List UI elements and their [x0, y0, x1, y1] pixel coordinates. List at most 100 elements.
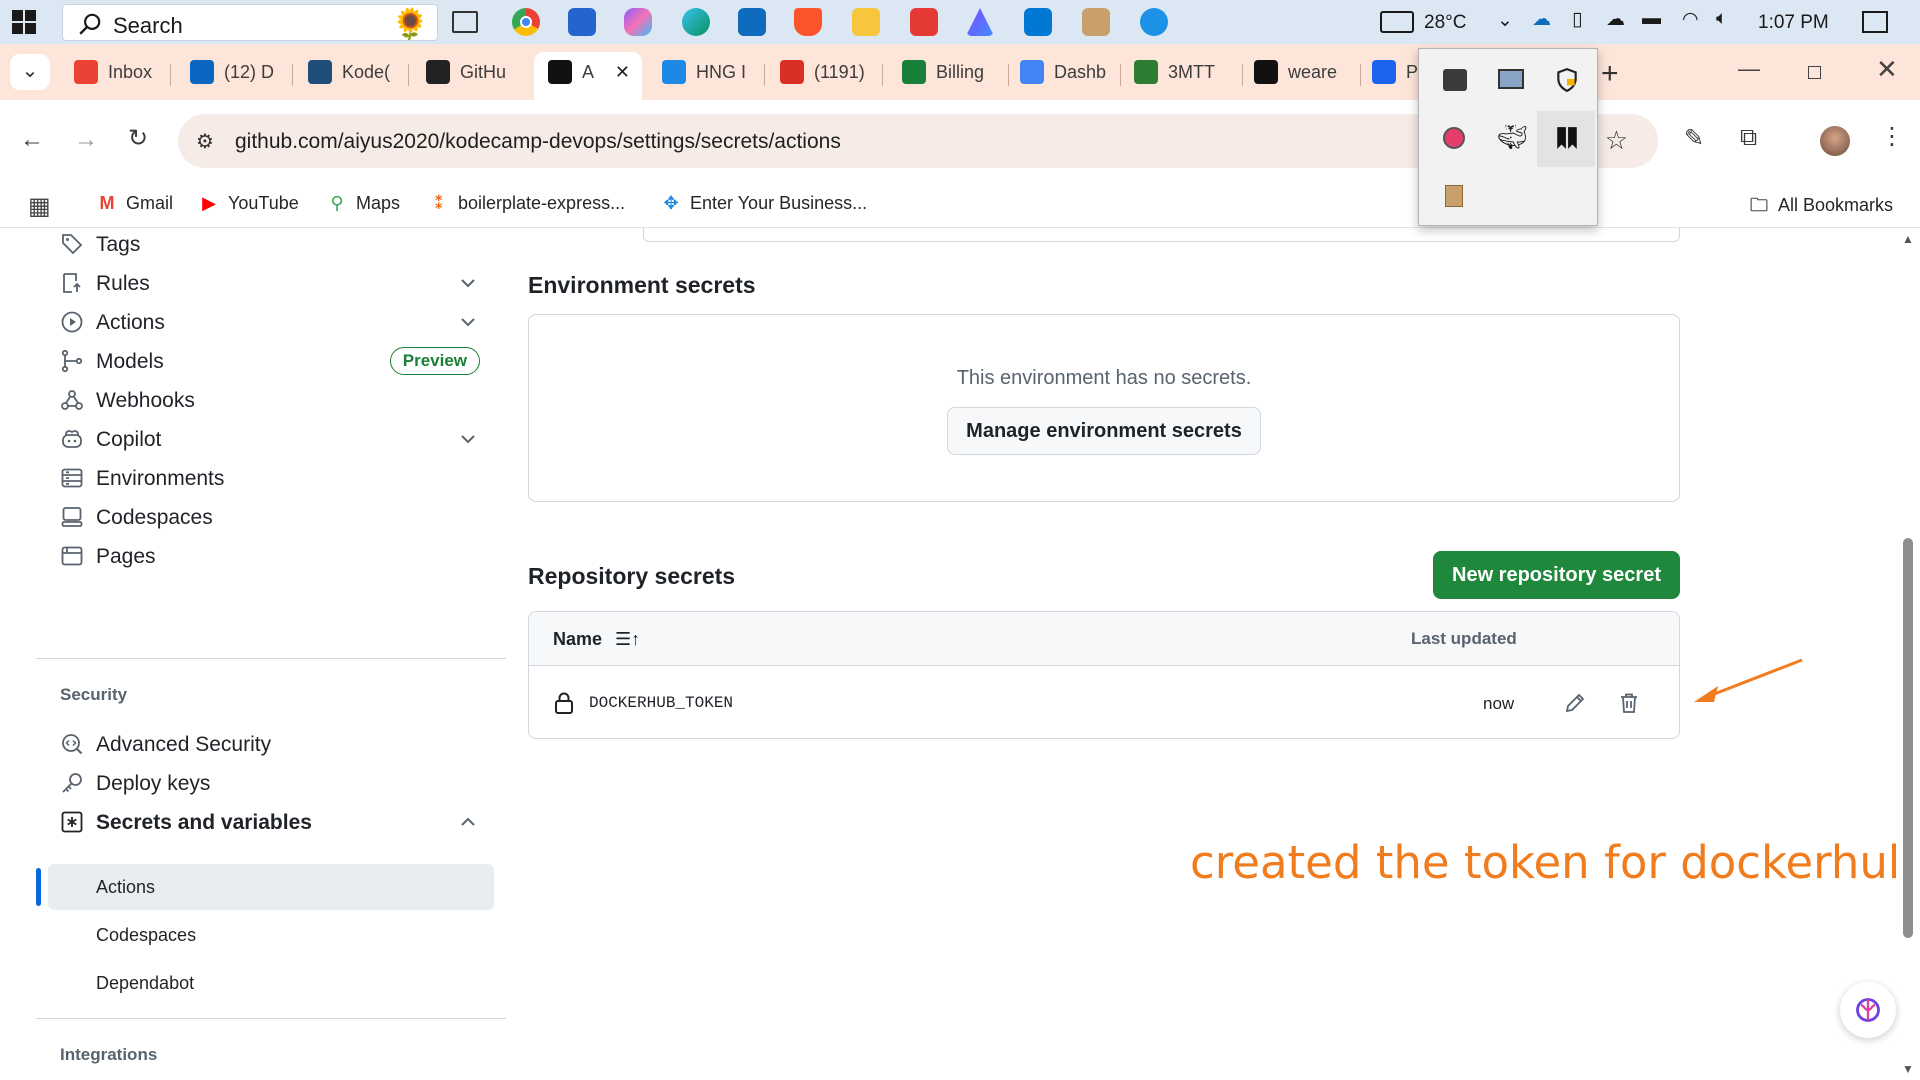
browser-tab[interactable]: (1191)	[766, 52, 878, 92]
forward-icon[interactable]: →	[74, 126, 98, 154]
weather-temp[interactable]: 28°C	[1424, 12, 1466, 34]
browser-tab[interactable]: HNG I	[648, 52, 760, 92]
sidebar-subitem-codespaces[interactable]: Codespaces	[48, 912, 494, 958]
browser-tab[interactable]: 3MTT	[1120, 52, 1238, 92]
browser-tab[interactable]: GitHu	[412, 52, 522, 92]
sidebar-item-tags[interactable]: Tags	[60, 222, 480, 266]
sidebar-item-copilot[interactable]: Copilot	[60, 417, 480, 461]
onedrive-icon[interactable]: ☁	[1532, 8, 1551, 31]
store-icon[interactable]	[568, 8, 596, 36]
sidebar-item-pages[interactable]: Pages	[60, 534, 480, 578]
edge-icon[interactable]	[682, 8, 710, 36]
battery-icon[interactable]: ▬	[1642, 8, 1661, 30]
tray-docker-icon[interactable]: 🐳︎	[1481, 111, 1539, 167]
new-tab-button[interactable]: +	[1601, 57, 1619, 91]
profile-avatar[interactable]	[1820, 126, 1850, 156]
copilot-app-icon[interactable]	[624, 8, 652, 36]
bookmark-gmail[interactable]: M Gmail	[96, 193, 174, 214]
sidebar-subitem-dependabot[interactable]: Dependabot	[48, 960, 494, 1006]
bookmark-business[interactable]: ✥ Enter Your Business...	[660, 193, 867, 214]
sidebar-item-codespaces[interactable]: Codespaces	[60, 495, 480, 539]
brave-icon[interactable]	[794, 8, 822, 36]
tray-app-icon[interactable]	[1425, 53, 1483, 109]
menu-icon[interactable]: ⋮	[1880, 122, 1904, 151]
scroll-thumb[interactable]	[1903, 538, 1913, 938]
browser-tab[interactable]: Billing	[888, 52, 1004, 92]
app-a-icon[interactable]	[966, 8, 994, 36]
word-icon[interactable]	[1082, 8, 1110, 36]
sidebar-item-webhooks[interactable]: Webhooks	[60, 378, 480, 422]
windows-start-icon[interactable]	[12, 10, 36, 34]
reload-icon[interactable]: ↻	[128, 124, 148, 153]
tray-shield-icon[interactable]	[1537, 53, 1595, 109]
browser-tab[interactable]: Inbox	[60, 52, 166, 92]
browser-tab[interactable]: (12) D	[176, 52, 288, 92]
bookmark-youtube[interactable]: ▶ YouTube	[198, 193, 299, 214]
restore-button[interactable]	[1808, 66, 1821, 79]
sort-ascending-icon[interactable]: ☰↑	[615, 629, 640, 649]
sidebar-item-environments[interactable]: Environments	[60, 456, 480, 500]
taskbar-search[interactable]: Search 🌻	[62, 4, 438, 41]
eyedropper-icon[interactable]: ✎	[1684, 124, 1704, 153]
site-settings-icon[interactable]: ⚙	[196, 129, 214, 154]
tray-gpu-icon[interactable]	[1425, 111, 1483, 167]
file-explorer-icon[interactable]	[852, 8, 880, 36]
docker-desktop-icon[interactable]	[1140, 8, 1168, 36]
browser-tab[interactable]: weare	[1240, 52, 1356, 92]
wps-icon[interactable]	[910, 8, 938, 36]
chevron-down-icon[interactable]	[456, 271, 480, 295]
chevron-up-icon[interactable]: ⌄	[1497, 9, 1513, 32]
browser-toolbar: ← → ↻ ⚙ github.com/aiyus2020/kodecamp-de…	[0, 100, 1920, 182]
notifications-icon[interactable]	[1862, 11, 1888, 33]
cloud-sync-icon[interactable]: ☁	[1606, 8, 1625, 31]
clock-time[interactable]: 1:07 PM	[1758, 12, 1829, 34]
column-header-name[interactable]: Name ☰↑	[553, 629, 640, 650]
chrome-icon[interactable]	[512, 8, 540, 36]
tab-search-button[interactable]: ⌄	[10, 54, 50, 90]
volume-icon[interactable]: 🔈︎	[1716, 8, 1727, 30]
scroll-down-icon[interactable]: ▼	[1902, 1062, 1914, 1076]
ai-assistant-button[interactable]	[1840, 982, 1896, 1038]
manage-environment-secrets-button[interactable]: Manage environment secrets	[947, 407, 1261, 455]
address-url[interactable]: github.com/aiyus2020/kodecamp-devops/set…	[235, 130, 841, 154]
minimize-button[interactable]: —	[1738, 56, 1760, 82]
back-icon[interactable]: ←	[20, 126, 44, 154]
all-bookmarks[interactable]: 🗀︎ All Bookmarks	[1748, 193, 1893, 223]
sidebar-item-secrets-and-variables[interactable]: Secrets and variables	[60, 800, 480, 844]
sidebar-item-models[interactable]: Models Preview	[60, 339, 480, 383]
extensions-icon[interactable]: ⧉	[1740, 124, 1757, 152]
page-scrollbar[interactable]: ▲ ▼	[1896, 228, 1920, 1080]
sidebar-item-deploy-keys[interactable]: Deploy keys	[60, 761, 480, 805]
chevron-down-icon[interactable]	[456, 427, 480, 451]
tray-word-icon[interactable]	[1425, 169, 1483, 225]
bookmark-boilerplate[interactable]: ⁑ boilerplate-express...	[428, 193, 625, 214]
tray-display-icon[interactable]	[1481, 53, 1539, 109]
bookmark-maps[interactable]: ⚲ Maps	[326, 193, 400, 214]
vscode-icon[interactable]	[1024, 8, 1052, 36]
browser-tab[interactable]: Dashb	[1006, 52, 1116, 92]
chevron-up-icon[interactable]	[456, 810, 480, 834]
browser-tab[interactable]: Kode(	[294, 52, 404, 92]
wifi-icon[interactable]: ◠	[1682, 8, 1699, 31]
browser-tab[interactable]: P	[1358, 52, 1418, 92]
close-tab-icon[interactable]: ✕	[615, 62, 630, 83]
scroll-up-icon[interactable]: ▲	[1902, 232, 1914, 246]
outlook-icon[interactable]	[738, 8, 766, 36]
new-repository-secret-button[interactable]: New repository secret	[1433, 551, 1680, 599]
sidebar-subitem-actions[interactable]: Actions	[48, 864, 494, 910]
close-window-button[interactable]: ✕	[1876, 54, 1898, 85]
sidebar-item-actions[interactable]: Actions	[60, 300, 480, 344]
bookmark-star-icon[interactable]: ☆	[1605, 125, 1628, 156]
trash-icon[interactable]	[1617, 691, 1641, 715]
all-bookmarks-label: All Bookmarks	[1778, 195, 1894, 215]
task-view-icon[interactable]	[452, 11, 478, 33]
browser-tab[interactable]: A ✕	[534, 52, 642, 100]
tray-bookmark-app-icon[interactable]	[1537, 111, 1595, 167]
sidebar-item-advanced-security[interactable]: Advanced Security	[60, 722, 480, 766]
sidebar-item-rules[interactable]: Rules	[60, 261, 480, 305]
apps-grid-icon[interactable]: ▦	[28, 192, 51, 221]
pencil-icon[interactable]	[1563, 691, 1587, 715]
phone-link-icon[interactable]: ▯	[1572, 8, 1582, 31]
weather-icon[interactable]	[1380, 11, 1414, 33]
chevron-down-icon[interactable]	[456, 310, 480, 334]
